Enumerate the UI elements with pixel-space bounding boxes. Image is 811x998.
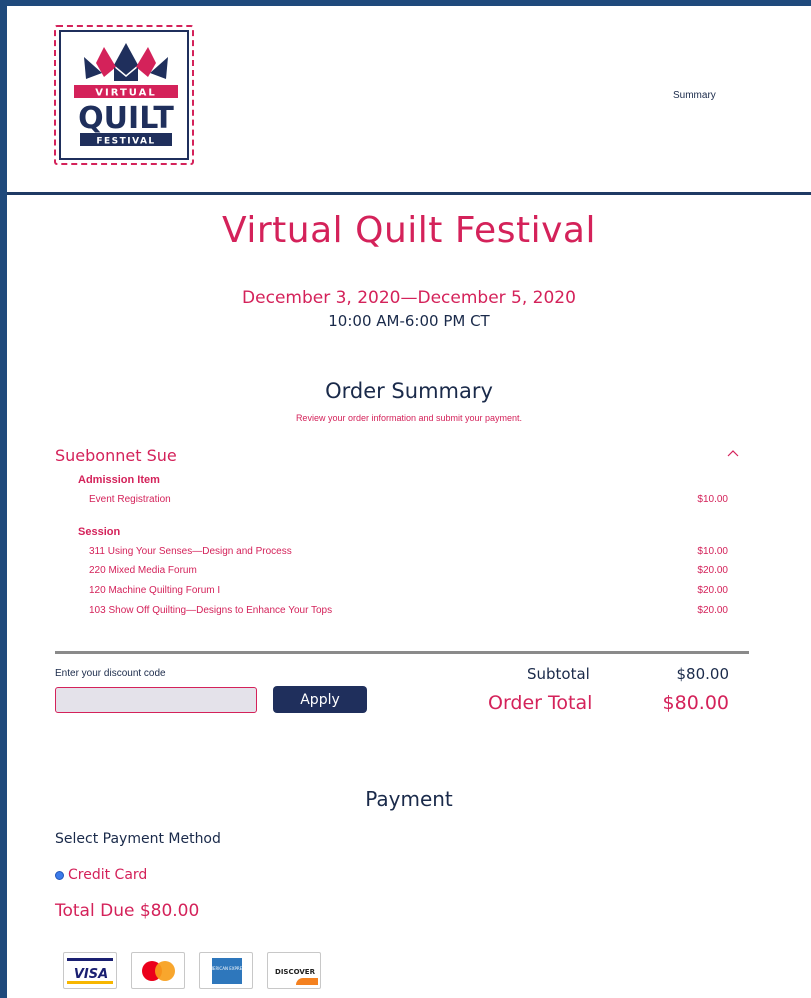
- discount-label: Enter your discount code: [55, 668, 166, 679]
- line-item-price: $20.00: [697, 605, 728, 616]
- order-summary-subtitle: Review your order information and submit…: [295, 413, 523, 423]
- accepted-cards: VISA AMERICAN EXPRESS DISCOVER: [63, 952, 321, 989]
- header-divider: [7, 192, 811, 195]
- visa-card-icon: VISA: [63, 952, 117, 989]
- payment-title: Payment: [365, 787, 453, 811]
- summary-divider: [55, 651, 749, 654]
- line-item-name: 120 Machine Quilting Forum I: [89, 585, 221, 596]
- credit-card-label: Credit Card: [68, 867, 148, 883]
- line-item-price: $20.00: [697, 565, 728, 576]
- apply-button[interactable]: Apply: [273, 686, 367, 713]
- line-item-name: 220 Mixed Media Forum: [89, 565, 197, 576]
- quilt-star-icon: VIRTUAL QUILT FESTIVAL: [74, 43, 178, 147]
- event-dates: December 3, 2020—December 5, 2020: [242, 288, 576, 308]
- payment-method-label: Select Payment Method: [55, 831, 221, 847]
- group-heading-session: Session: [78, 526, 121, 538]
- page: VIRTUAL QUILT FESTIVAL Summary Virtual Q…: [7, 6, 811, 998]
- line-item-price: $10.00: [697, 494, 728, 505]
- order-total-value: $80.00: [662, 692, 729, 714]
- discount-code-input[interactable]: [55, 687, 257, 713]
- chevron-up-icon[interactable]: [727, 446, 739, 462]
- discover-card-icon: DISCOVER: [267, 952, 321, 989]
- line-item-price: $10.00: [697, 546, 728, 557]
- order-summary-title: Order Summary: [325, 379, 493, 403]
- total-due: Total Due $80.00: [55, 901, 200, 921]
- discover-text: DISCOVER: [275, 968, 316, 976]
- header: VIRTUAL QUILT FESTIVAL Summary: [7, 6, 811, 192]
- line-item-name: 103 Show Off Quilting—Designs to Enhance…: [89, 605, 333, 616]
- attendee-name[interactable]: Suebonnet Sue: [55, 446, 177, 465]
- logo-text-festival: FESTIVAL: [96, 137, 155, 147]
- visa-text: VISA: [74, 967, 108, 982]
- credit-card-option[interactable]: Credit Card: [55, 867, 147, 883]
- amex-text: AMERICAN EXPRESS: [207, 966, 248, 971]
- festival-logo[interactable]: VIRTUAL QUILT FESTIVAL: [54, 25, 194, 165]
- logo-text-quilt: QUILT: [78, 101, 174, 136]
- line-item-name: 311 Using Your Senses—Design and Process: [89, 546, 292, 557]
- radio-selected-icon[interactable]: [55, 870, 64, 880]
- line-item-name: Event Registration: [89, 494, 171, 505]
- group-heading-admission: Admission Item: [78, 474, 160, 486]
- amex-card-icon: AMERICAN EXPRESS: [199, 952, 253, 989]
- subtotal-label: Subtotal: [527, 665, 590, 683]
- event-title: Virtual Quilt Festival: [222, 210, 596, 251]
- subtotal-value: $80.00: [676, 665, 730, 683]
- logo-text-virtual: VIRTUAL: [95, 88, 156, 99]
- order-total-label: Order Total: [488, 692, 593, 714]
- nav-summary-link[interactable]: Summary: [673, 90, 716, 101]
- mastercard-card-icon: [131, 952, 185, 989]
- line-item-price: $20.00: [697, 585, 728, 596]
- event-times: 10:00 AM-6:00 PM CT: [328, 312, 490, 330]
